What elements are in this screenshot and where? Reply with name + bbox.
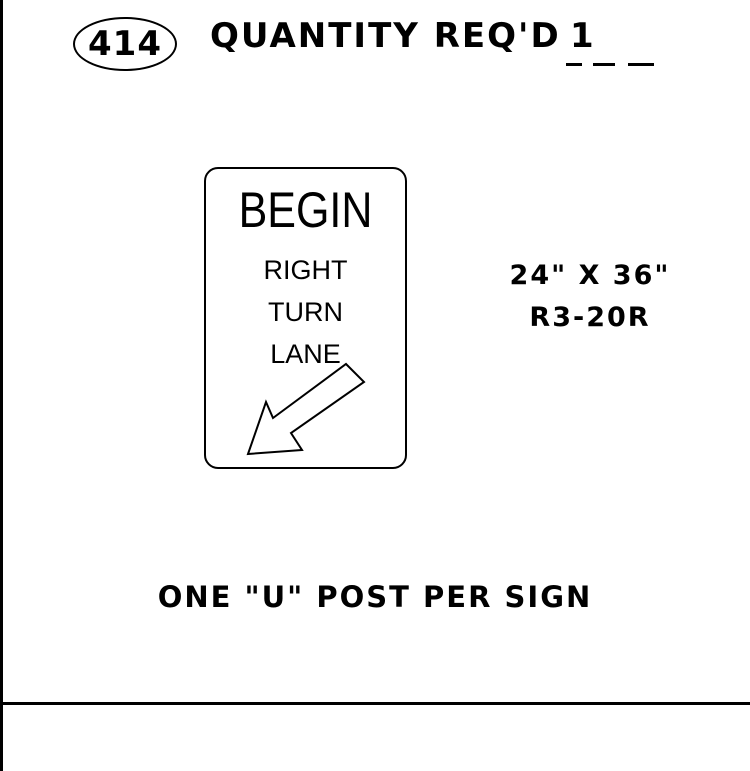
arrow-down-left-icon	[246, 362, 366, 456]
post-note: ONE "U" POST PER SIGN	[157, 580, 593, 614]
sign-line-right: RIGHT	[263, 255, 348, 285]
quantity-blank-dash-right	[628, 63, 654, 66]
quantity-value: 1	[570, 16, 596, 56]
quantity-underline	[593, 63, 615, 66]
sign-code: R3-20R	[529, 302, 651, 333]
quantity-label: QUANTITY REQ'D	[210, 16, 561, 56]
quantity-blank-dash-left	[566, 63, 582, 66]
item-number: 414	[88, 24, 162, 64]
sign-line-turn: TURN	[268, 297, 343, 327]
frame-divider-line	[0, 702, 750, 705]
sign-size: 24" X 36"	[509, 260, 671, 291]
sign-panel: BEGIN RIGHT TURN LANE	[204, 167, 407, 469]
item-number-badge: 414	[73, 17, 177, 71]
sign-title: BEGIN	[238, 182, 373, 238]
quantity-value-text: 1	[570, 16, 596, 56]
frame-left-border	[0, 0, 3, 771]
